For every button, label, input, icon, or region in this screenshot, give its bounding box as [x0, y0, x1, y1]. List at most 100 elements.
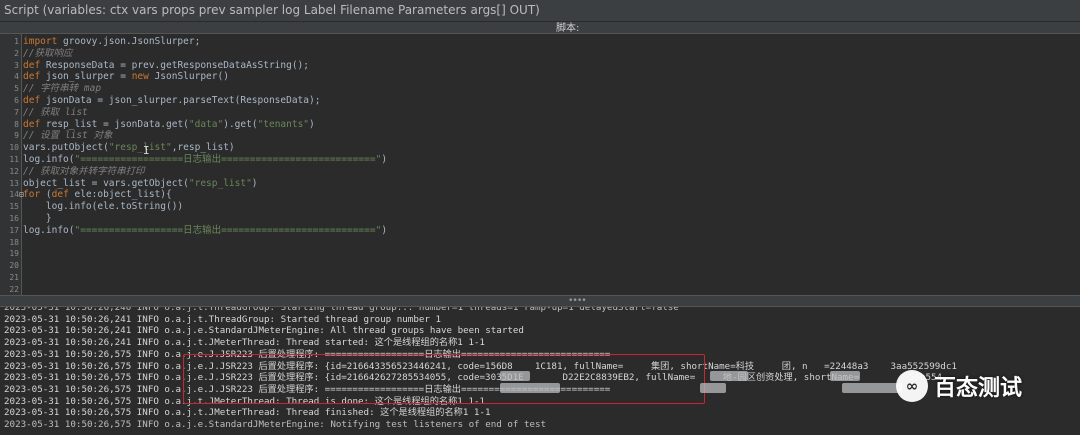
code-token: def [23, 71, 41, 83]
code-token: jsonData = json_slurper.parseText(Respon… [40, 95, 321, 106]
panel-splitter[interactable]: •••• [0, 295, 1080, 307]
code-token: log.info(ele.toString()) [23, 201, 184, 213]
line-number: 4 [14, 72, 19, 82]
wechat-logo-icon: ∞ [896, 370, 928, 402]
code-token: // 字符串转 map [23, 83, 102, 95]
code-token: // 获取 list [23, 106, 88, 118]
code-token: json_slurper = [40, 71, 132, 83]
code-line[interactable]: // 获取 list [23, 107, 88, 119]
code-line[interactable]: //获取响应 [23, 48, 72, 60]
line-number: 7 [14, 107, 19, 117]
code-token: "data" [188, 118, 224, 130]
line-number: 10 [9, 143, 19, 153]
line-number: 20 [9, 261, 19, 271]
line-number: 22 [9, 284, 19, 294]
log-line: 2023-05-31 10:50:26,241 INFO o.a.j.t.JMe… [4, 337, 485, 349]
redaction-blur [700, 383, 726, 393]
code-token: vars.putObject( [23, 142, 109, 154]
line-number: 15 [9, 202, 19, 212]
code-token: ) [381, 224, 388, 236]
log-line: 2023-05-31 10:50:26,575 INFO o.a.j.e.Sta… [4, 419, 547, 430]
log-line: 2023-05-31 10:50:26,241 INFO o.a.j.t.Thr… [4, 313, 441, 325]
code-token: // 获取对象并转字符串打印 [23, 165, 145, 177]
line-number: 17 [9, 225, 19, 235]
code-token: "==================日志输出=================… [74, 154, 382, 165]
log-line: 2023-05-31 10:50:26,241 INFO o.a.j.e.Sta… [4, 325, 524, 337]
code-token: def [51, 189, 69, 201]
code-token: for [23, 189, 41, 201]
script-editor[interactable]: 1 2 3 4 5 6 7 8 9 10 11 12 13 14 15 16 17 18 19 20 21 22 ⊟ imp… [0, 33, 1080, 295]
code-line[interactable]: def jsonData = json_slurper.parseText(Re… [23, 95, 320, 107]
code-token: log.info( [23, 154, 75, 165]
code-line[interactable]: // 获取对象并转字符串打印 [23, 166, 145, 178]
code-token: def [23, 118, 41, 130]
watermark: ∞ 百态测试 [896, 370, 1022, 402]
code-line[interactable]: object_list = vars.getObject("resp_list"… [23, 178, 258, 190]
code-token: } [23, 213, 52, 224]
code-line[interactable]: import groovy.json.JsonSlurper; [23, 36, 200, 48]
code-token: ) [309, 118, 315, 130]
code-line[interactable]: log.info("==================日志输出========… [23, 225, 387, 237]
code-token: // 设置 list 对象 [23, 130, 113, 142]
code-line[interactable]: for (def ele:object_list){ [23, 189, 172, 201]
redaction-blur [500, 383, 560, 393]
script-label: 脚本: [556, 23, 580, 34]
code-line[interactable]: def ResponseData = prev.getResponseDataA… [23, 60, 309, 72]
line-number-gutter: 1 2 3 4 5 6 7 8 9 10 11 12 13 14 15 16 17 18 19 20 21 22 ⊟ [0, 34, 24, 295]
log-line: 2023-05-31 10:50:26,575 INFO o.a.j.t.JMe… [4, 407, 491, 419]
code-token: ( [40, 189, 52, 201]
redaction-blur [710, 371, 748, 381]
code-token: ).get( [223, 118, 258, 130]
code-token: ) [251, 177, 258, 189]
code-token: groovy.json.JsonSlurper; [57, 36, 201, 47]
code-line[interactable]: def resp_list = jsonData.get("data").get… [23, 119, 315, 131]
code-token: "==================日志输出=================… [74, 224, 382, 236]
line-number: 16 [9, 214, 19, 223]
code-token: //获取响应 [23, 47, 73, 59]
code-token: "resp_list" [108, 142, 172, 154]
code-token: resp_list = jsonData.get( [40, 118, 189, 130]
code-line[interactable]: // 字符串转 map [23, 83, 101, 95]
line-number: 14 [9, 190, 19, 200]
code-line[interactable]: } [23, 213, 52, 225]
code-token: def [23, 59, 41, 71]
redaction-blur [830, 371, 860, 381]
code-token: ) [381, 154, 388, 165]
code-token: "resp_list" [188, 177, 252, 189]
code-token: import [23, 36, 58, 47]
code-line[interactable]: log.info(ele.toString()) [23, 201, 183, 213]
line-number: 12 [9, 166, 19, 176]
highlight-box [183, 354, 705, 404]
code-token: log.info( [23, 224, 75, 236]
log-line: 2023-05-31 10:50:26,240 INFO o.a.j.t.Thr… [4, 307, 679, 313]
line-number: 3 [14, 60, 19, 70]
redaction-blur [500, 371, 530, 381]
line-number: 2 [14, 48, 19, 58]
code-line[interactable]: vars.putObject("resp_list",resp_list) [23, 142, 235, 154]
line-number: 18 [9, 237, 19, 247]
title-bar: Script (variables: ctx vars props prev s… [0, 0, 1080, 22]
code-token: ResponseData = prev.getResponseDataAsStr… [40, 59, 309, 71]
code-line[interactable]: def json_slurper = new JsonSlurper() [23, 71, 229, 83]
line-number: 11 [9, 155, 19, 164]
redaction-blur [842, 383, 902, 393]
line-number: 19 [9, 249, 19, 259]
code-token: def [23, 95, 41, 106]
text-cursor-icon: I [143, 144, 150, 157]
window-title: Script (variables: ctx vars props prev s… [4, 3, 540, 17]
line-number: 9 [14, 131, 19, 141]
code-token: object_list = vars.getObject( [23, 177, 189, 189]
code-token: "tenants" [257, 118, 310, 130]
script-label-bar: 脚本: [0, 22, 1080, 34]
line-number: 6 [14, 96, 19, 105]
code-token: ,resp_list) [171, 142, 235, 154]
line-number: 21 [9, 273, 19, 282]
splitter-grip-icon[interactable]: •••• [568, 296, 587, 306]
line-number: 8 [14, 119, 19, 129]
line-number: 5 [14, 84, 19, 94]
code-line[interactable]: log.info("==================日志输出========… [23, 154, 387, 166]
code-token: ele:object_list){ [68, 189, 172, 201]
code-line[interactable]: // 设置 list 对象 [23, 130, 112, 142]
code-token: JsonSlurper() [148, 71, 229, 83]
code-token: new [131, 71, 149, 83]
